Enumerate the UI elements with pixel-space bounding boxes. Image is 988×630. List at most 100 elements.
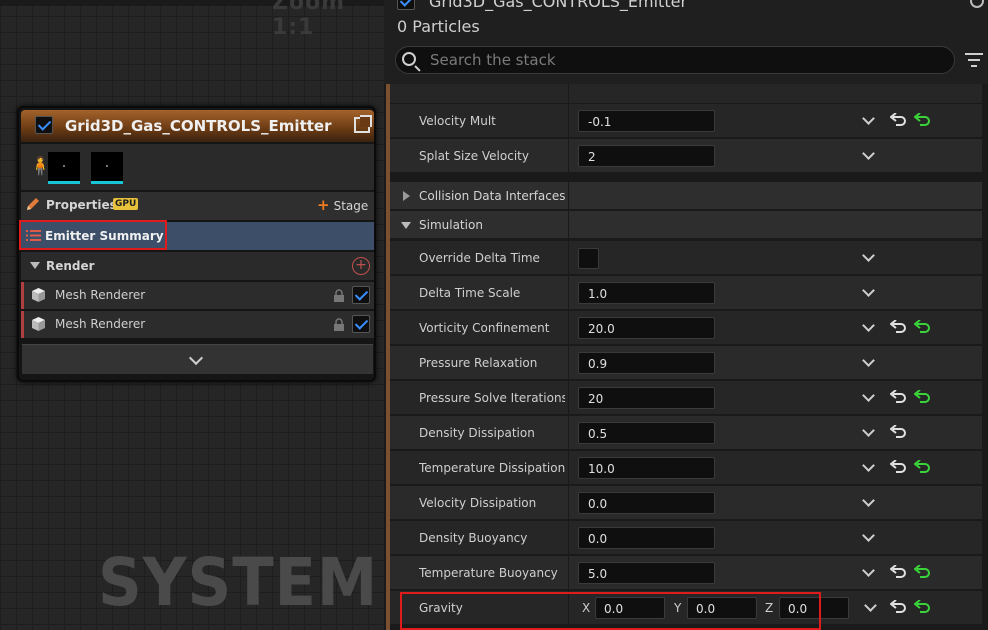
- emitter-summary-highlight: [19, 220, 167, 250]
- override-delta-time-checkbox[interactable]: [578, 248, 599, 269]
- emitter-thumbnail[interactable]: [91, 152, 123, 184]
- reset-to-default-icon[interactable]: [914, 113, 932, 129]
- reset-to-default-icon[interactable]: [914, 320, 932, 336]
- gear-icon[interactable]: [970, 0, 984, 8]
- row-density-dissipation: Density Dissipation 0.5: [390, 416, 982, 450]
- reset-arrow-icon[interactable]: [890, 565, 908, 581]
- renderer-item[interactable]: Mesh Renderer: [21, 282, 374, 309]
- row-label: Temperature Dissipation: [419, 461, 565, 475]
- search-icon: [402, 52, 416, 66]
- row-vorticity-confinement: Vorticity Confinement 20.0: [390, 311, 982, 345]
- reset-to-default-icon[interactable]: [914, 390, 932, 406]
- add-stage-button[interactable]: + Stage: [317, 196, 368, 216]
- density-buoyancy-input[interactable]: 0.0: [578, 527, 715, 549]
- emitter-thumbnail[interactable]: [48, 152, 80, 184]
- reset-arrow-icon[interactable]: [890, 600, 908, 616]
- pressure-relaxation-input[interactable]: 0.9: [578, 352, 715, 374]
- vorticity-confinement-input[interactable]: 20.0: [578, 317, 715, 339]
- row-label: Override Delta Time: [419, 251, 540, 265]
- row-label: Pressure Relaxation: [419, 356, 538, 370]
- chevron-down-icon[interactable]: [862, 389, 875, 402]
- renderer-label: Mesh Renderer: [55, 288, 146, 302]
- emitter-node[interactable]: Grid3D_Gas_CONTROLS_Emitter 🧍 Properties…: [17, 106, 376, 382]
- chevron-down-icon[interactable]: [862, 354, 875, 367]
- chevron-down-icon[interactable]: [862, 424, 875, 437]
- chevron-down-icon[interactable]: [862, 319, 875, 332]
- emitter-node-title: Grid3D_Gas_CONTROLS_Emitter: [65, 117, 332, 135]
- chevron-down-icon[interactable]: [862, 564, 875, 577]
- emitter-name: Grid3D_Gas_CONTROLS_Emitter: [429, 0, 688, 11]
- emitter-enabled-checkbox-icon[interactable]: [397, 0, 415, 10]
- row-density-buoyancy: Density Buoyancy 0.0: [390, 521, 982, 555]
- reset-arrow-icon[interactable]: [890, 113, 908, 129]
- search-box[interactable]: [395, 46, 955, 74]
- properties-item[interactable]: Properties GPU + Stage: [21, 192, 374, 220]
- category-label: Simulation: [419, 218, 483, 232]
- zoom-label: Zoom 1:1: [272, 0, 346, 40]
- reset-to-default-icon[interactable]: [914, 600, 932, 616]
- category-collision-data-interfaces[interactable]: Collision Data Interfaces: [390, 182, 982, 210]
- open-in-icon[interactable]: [354, 115, 372, 133]
- row-label: Temperature Buoyancy: [419, 566, 558, 580]
- chevron-down-icon[interactable]: [862, 112, 875, 125]
- system-watermark: SYSTEM: [98, 544, 379, 621]
- emitter-enabled-checkbox-icon[interactable]: [35, 116, 53, 134]
- gravity-highlight: [400, 592, 821, 630]
- temperature-buoyancy-input[interactable]: 5.0: [578, 562, 715, 584]
- properties-label: Properties: [46, 198, 117, 212]
- collapse-caret-icon[interactable]: [401, 222, 411, 229]
- category-label: Collision Data Interfaces: [419, 189, 566, 203]
- reset-arrow-icon[interactable]: [890, 425, 908, 441]
- pencil-icon: [27, 198, 39, 210]
- row-label: Delta Time Scale: [419, 286, 521, 300]
- chevron-down-icon[interactable]: [864, 599, 877, 612]
- renderer-enabled-checkbox-icon[interactable]: [352, 315, 370, 333]
- expand-caret-icon[interactable]: [403, 191, 410, 201]
- row-velocity-dissipation: Velocity Dissipation 0.0: [390, 486, 982, 520]
- renderer-item[interactable]: Mesh Renderer: [21, 311, 374, 338]
- temperature-dissipation-input[interactable]: 10.0: [578, 457, 715, 479]
- emitter-summary-item[interactable]: Emitter Summary: [19, 220, 374, 250]
- chevron-down-icon[interactable]: [862, 459, 875, 472]
- reset-arrow-icon[interactable]: [890, 460, 908, 476]
- chevron-down-icon[interactable]: [862, 529, 875, 542]
- splat-size-velocity-input[interactable]: 2: [578, 145, 715, 167]
- filter-icon[interactable]: [965, 53, 983, 67]
- velocity-dissipation-input[interactable]: 0.0: [578, 492, 715, 514]
- system-graph-canvas[interactable]: Zoom 1:1 SYSTEM Grid3D_Gas_CONTROLS_Emit…: [0, 0, 384, 630]
- stack-row: [390, 84, 982, 104]
- row-label: Splat Size Velocity: [419, 149, 529, 163]
- lock-icon[interactable]: [333, 318, 345, 331]
- row-label: Velocity Dissipation: [419, 496, 537, 510]
- add-circle-icon[interactable]: +: [352, 257, 370, 275]
- chevron-down-icon[interactable]: [862, 147, 875, 160]
- reset-arrow-icon[interactable]: [890, 320, 908, 336]
- chevron-down-icon: [188, 350, 204, 366]
- renderer-enabled-checkbox-icon[interactable]: [352, 286, 370, 304]
- panel-header: Grid3D_Gas_CONTROLS_Emitter 0 Particles: [384, 0, 988, 84]
- reset-to-default-icon[interactable]: [914, 460, 932, 476]
- reset-arrow-icon[interactable]: [890, 390, 908, 406]
- expand-node-button[interactable]: [22, 344, 373, 374]
- chevron-down-icon[interactable]: [862, 494, 875, 507]
- pressure-solve-iterations-input[interactable]: 20: [578, 387, 715, 409]
- render-label: Render: [46, 259, 95, 273]
- cube-icon: [32, 317, 45, 331]
- delta-time-scale-input[interactable]: 1.0: [578, 282, 715, 304]
- emitter-node-header[interactable]: Grid3D_Gas_CONTROLS_Emitter: [21, 110, 374, 142]
- reset-to-default-icon[interactable]: [914, 565, 932, 581]
- row-pressure-solve-iterations: Pressure Solve Iterations 20: [390, 381, 982, 415]
- search-input[interactable]: [430, 50, 930, 70]
- render-section-header[interactable]: Render +: [21, 252, 374, 280]
- velocity-mult-input[interactable]: -0.1: [578, 110, 715, 132]
- stack-list[interactable]: Velocity Mult -0.1 Splat Size Velocity 2…: [384, 84, 988, 630]
- density-dissipation-input[interactable]: 0.5: [578, 422, 715, 444]
- chevron-down-icon[interactable]: [862, 249, 875, 262]
- category-simulation[interactable]: Simulation: [390, 211, 982, 239]
- lock-icon[interactable]: [333, 289, 345, 302]
- row-override-delta-time: Override Delta Time: [390, 241, 982, 275]
- row-label: Velocity Mult: [419, 114, 496, 128]
- gpu-badge: GPU: [113, 198, 139, 210]
- collapse-caret-icon[interactable]: [30, 262, 40, 269]
- chevron-down-icon[interactable]: [862, 284, 875, 297]
